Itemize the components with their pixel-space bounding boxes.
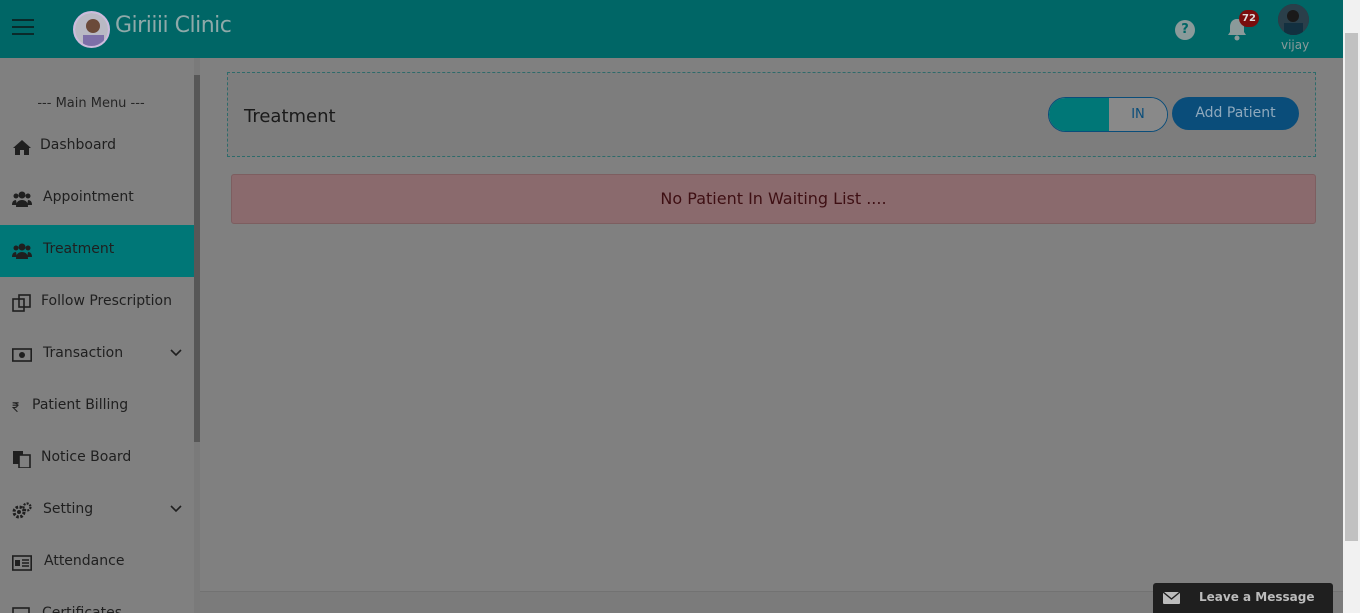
leave-message-widget[interactable]: Leave a Message <box>1153 583 1333 613</box>
money-icon <box>12 348 32 362</box>
page-scrollbar[interactable] <box>1343 0 1360 613</box>
sidebar-item-label: Transaction <box>43 345 124 361</box>
users-icon <box>12 243 32 259</box>
toggle-label: IN <box>1109 98 1167 131</box>
sidebar-item-appointment[interactable]: Appointment <box>0 173 194 225</box>
page-title: Treatment <box>244 106 336 127</box>
hamburger-menu-icon[interactable] <box>12 19 34 37</box>
add-patient-button[interactable]: Add Patient <box>1172 97 1299 130</box>
sidebar-item-transaction[interactable]: Transaction <box>0 329 194 381</box>
sidebar-scrollbar[interactable] <box>194 58 200 613</box>
sidebar: --- Main Menu --- Dashboard Appointment … <box>0 58 194 613</box>
sidebar-item-treatment[interactable]: Treatment <box>0 225 194 277</box>
sidebar-item-label: Appointment <box>43 189 134 205</box>
sidebar-item-certificates[interactable]: Certificates <box>0 589 194 613</box>
sidebar-item-label: Treatment <box>43 241 115 257</box>
sidebar-item-follow-prescription[interactable]: Follow Prescription <box>0 277 194 329</box>
certificate-icon <box>12 607 30 613</box>
sidebar-item-attendance[interactable]: Attendance <box>0 537 194 589</box>
envelope-icon <box>1163 592 1180 604</box>
gears-icon <box>12 502 32 519</box>
top-header: Giriiii Clinic ? 72 vijay <box>0 0 1360 58</box>
help-icon[interactable]: ? <box>1175 20 1195 40</box>
main-menu-heading: --- Main Menu --- <box>37 96 145 111</box>
sidebar-item-label: Certificates <box>42 605 123 613</box>
in-toggle-switch[interactable]: IN <box>1048 97 1168 132</box>
treatment-header-card: Treatment IN Add Patient <box>227 72 1316 157</box>
chevron-down-icon <box>170 505 182 513</box>
clinic-name: Giriiii Clinic <box>115 13 232 38</box>
sidebar-item-dashboard[interactable]: Dashboard <box>0 121 194 173</box>
user-name: vijay <box>1281 38 1310 52</box>
id-card-icon <box>12 555 32 571</box>
empty-waiting-list-alert: No Patient In Waiting List .... <box>231 174 1316 224</box>
home-icon <box>13 140 31 155</box>
sidebar-item-label: Follow Prescription <box>41 293 172 309</box>
chevron-down-icon <box>170 349 182 357</box>
sidebar-item-label: Setting <box>43 501 94 517</box>
clinic-avatar <box>73 11 110 48</box>
users-icon <box>12 191 32 207</box>
notification-count-badge: 72 <box>1239 10 1259 27</box>
sidebar-item-setting[interactable]: Setting <box>0 485 194 537</box>
sidebar-item-label: Attendance <box>44 553 125 569</box>
leave-message-label: Leave a Message <box>1199 590 1315 604</box>
files-icon <box>13 451 31 468</box>
user-avatar[interactable] <box>1278 4 1309 35</box>
sidebar-item-label: Dashboard <box>40 137 116 153</box>
sidebar-item-label: Patient Billing <box>32 397 129 413</box>
sidebar-item-notice-board[interactable]: Notice Board <box>0 433 194 485</box>
copy-icon <box>12 294 31 312</box>
rupee-icon <box>12 402 19 413</box>
sidebar-item-label: Notice Board <box>41 449 132 465</box>
sidebar-item-patient-billing[interactable]: Patient Billing <box>0 381 194 433</box>
